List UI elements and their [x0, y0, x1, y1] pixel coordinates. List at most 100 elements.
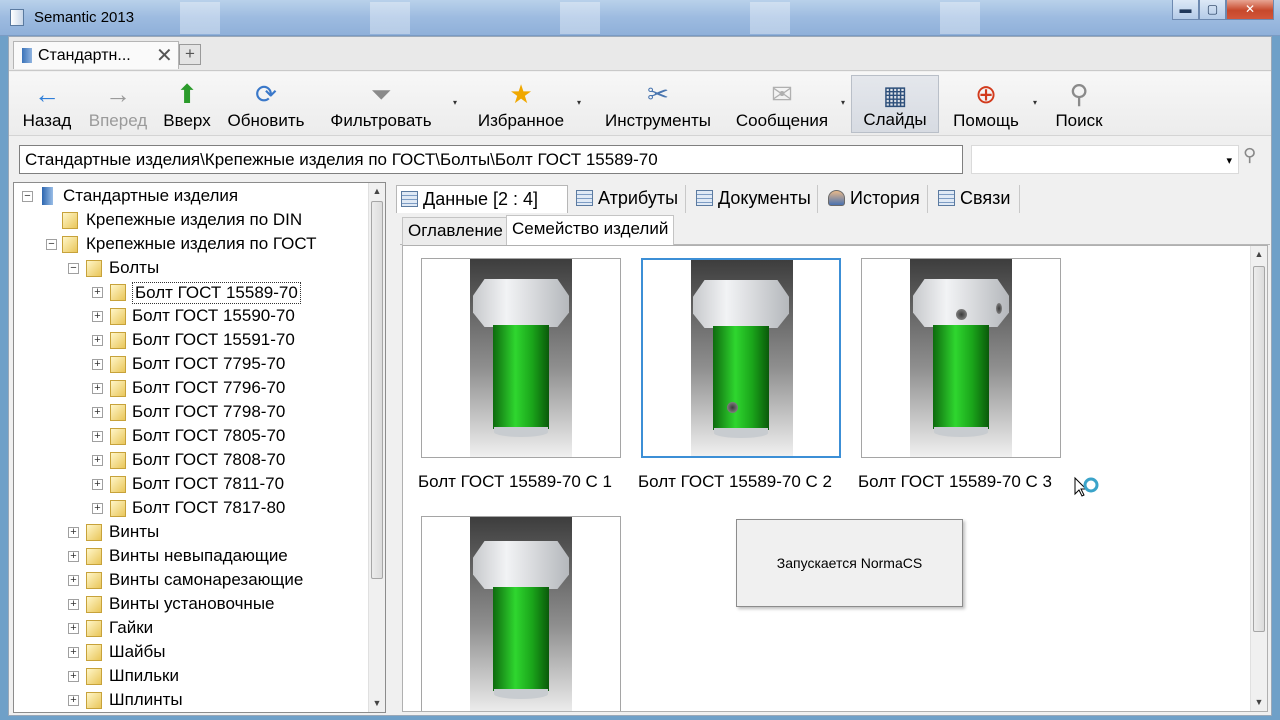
- status-popup: Запускается NormaCS: [736, 519, 963, 607]
- bolt-image: [693, 280, 789, 328]
- messages-dropdown-icon[interactable]: ▾: [841, 98, 845, 107]
- links-icon: [938, 190, 955, 206]
- product-caption: Болт ГОСТ 15589-70 С 3: [858, 472, 1052, 491]
- product-thumbnail[interactable]: [421, 258, 621, 458]
- app-icon: [10, 9, 24, 26]
- document-tab-label: Стандартн...: [38, 47, 131, 64]
- expand-icon[interactable]: +: [92, 335, 103, 346]
- expand-icon[interactable]: +: [68, 527, 79, 538]
- scroll-down-icon[interactable]: ▼: [369, 695, 385, 711]
- expand-icon[interactable]: +: [68, 599, 79, 610]
- expand-icon[interactable]: +: [68, 695, 79, 706]
- back-button[interactable]: ← Назад: [17, 75, 77, 133]
- expand-icon[interactable]: +: [92, 311, 103, 322]
- forward-button[interactable]: → Вперед: [85, 75, 151, 133]
- detail-tabs: Данные [2 : 4] Атрибуты Документы Истори…: [396, 185, 1270, 213]
- expand-icon[interactable]: +: [92, 479, 103, 490]
- tab-history[interactable]: История: [824, 185, 928, 213]
- folder-icon: [86, 596, 102, 613]
- content-scrollbar[interactable]: ▲ ▼: [1250, 246, 1267, 711]
- folder-icon: [62, 236, 78, 253]
- search-button[interactable]: ⚲ Поиск: [1049, 75, 1109, 133]
- maximize-button[interactable]: ▢: [1199, 0, 1226, 20]
- expand-icon[interactable]: +: [68, 575, 79, 586]
- table-icon: [576, 190, 593, 206]
- tab-attributes[interactable]: Атрибуты: [572, 185, 686, 213]
- busy-cursor-icon: [1074, 476, 1099, 497]
- help-dropdown-icon[interactable]: ▾: [1033, 98, 1037, 107]
- tab-data[interactable]: Данные [2 : 4]: [396, 185, 568, 213]
- scroll-down-icon[interactable]: ▼: [1251, 694, 1267, 710]
- product-caption: Болт ГОСТ 15589-70 С 2: [638, 472, 832, 491]
- scroll-up-icon[interactable]: ▲: [1251, 246, 1267, 262]
- expand-icon[interactable]: +: [68, 623, 79, 634]
- favorites-button[interactable]: ★ Избранное: [473, 75, 569, 133]
- expand-icon[interactable]: +: [92, 383, 103, 394]
- product-thumbnail-selected[interactable]: [641, 258, 841, 458]
- main-window: Стандартн... ✕ + ← Назад → Вперед ⬆ Ввер…: [8, 36, 1272, 716]
- help-button[interactable]: ⊕ Помощь: [949, 75, 1023, 133]
- product-thumbnail[interactable]: [861, 258, 1061, 458]
- tree-panel: − Стандартные изделия Крепежные изделия …: [13, 182, 386, 713]
- filter-button[interactable]: ⏷ Фильтровать: [325, 75, 437, 133]
- tab-product-family[interactable]: Семейство изделий: [506, 215, 675, 246]
- document-tab-strip: Стандартн... ✕ +: [9, 37, 1271, 71]
- product-thumbnail[interactable]: [421, 516, 621, 711]
- add-tab-button[interactable]: +: [179, 44, 201, 65]
- collapse-icon[interactable]: −: [68, 263, 79, 274]
- up-button[interactable]: ⬆ Вверх: [159, 75, 215, 133]
- search-combobox[interactable]: ▾: [971, 145, 1239, 174]
- scroll-thumb[interactable]: [371, 201, 383, 579]
- expand-icon[interactable]: +: [92, 359, 103, 370]
- tree-scrollbar[interactable]: ▲ ▼: [368, 183, 385, 712]
- chevron-down-icon[interactable]: ▾: [1226, 154, 1232, 167]
- messages-button[interactable]: ✉ Сообщения: [731, 75, 833, 133]
- tab-documents[interactable]: Документы: [692, 185, 818, 213]
- expand-icon[interactable]: +: [92, 407, 103, 418]
- slides-button[interactable]: ▦ Слайды: [851, 75, 939, 133]
- search-icon[interactable]: ⚲: [1243, 145, 1265, 171]
- book-icon: [42, 187, 53, 205]
- magnifier-icon: ⚲: [1069, 79, 1089, 109]
- expand-icon[interactable]: +: [68, 647, 79, 658]
- folder-icon: [110, 356, 126, 373]
- expand-icon[interactable]: +: [68, 671, 79, 682]
- scroll-thumb[interactable]: [1253, 266, 1265, 632]
- expand-icon[interactable]: +: [68, 551, 79, 562]
- folder-icon: [86, 524, 102, 541]
- path-field[interactable]: Стандартные изделия\Крепежные изделия по…: [19, 145, 963, 174]
- expand-icon[interactable]: +: [92, 455, 103, 466]
- folder-icon: [86, 260, 102, 277]
- collapse-icon[interactable]: −: [22, 191, 33, 202]
- close-tab-icon[interactable]: ✕: [156, 43, 173, 68]
- document-tab[interactable]: Стандартн... ✕: [13, 41, 179, 69]
- tools-icon: ✂: [647, 79, 669, 109]
- tools-button[interactable]: ✂ Инструменты: [601, 75, 715, 133]
- scroll-up-icon[interactable]: ▲: [369, 183, 385, 199]
- bolt-image: [473, 279, 569, 327]
- close-button[interactable]: ✕: [1226, 0, 1274, 20]
- folder-icon: [110, 404, 126, 421]
- folder-icon: [110, 380, 126, 397]
- folder-icon: [110, 476, 126, 493]
- folder-icon: [110, 500, 126, 517]
- person-icon: [828, 190, 845, 206]
- refresh-button[interactable]: ⟳ Обновить: [223, 75, 309, 133]
- folder-icon: [86, 644, 102, 661]
- expand-icon[interactable]: +: [92, 503, 103, 514]
- toolbar: ← Назад → Вперед ⬆ Вверх ⟳ Обновить ⏷ Фи…: [9, 72, 1271, 136]
- refresh-icon: ⟳: [255, 79, 277, 109]
- expand-icon[interactable]: +: [92, 287, 103, 298]
- collapse-icon[interactable]: −: [46, 239, 57, 250]
- favorites-dropdown-icon[interactable]: ▾: [577, 98, 581, 107]
- filter-dropdown-icon[interactable]: ▾: [453, 98, 457, 107]
- tab-links[interactable]: Связи: [934, 185, 1020, 213]
- expand-icon[interactable]: +: [92, 431, 103, 442]
- minimize-button[interactable]: ▬: [1172, 0, 1199, 20]
- book-icon: [22, 48, 32, 63]
- tab-contents[interactable]: Оглавление: [402, 217, 509, 245]
- slides-icon: ▦: [882, 80, 908, 110]
- folder-icon: [86, 692, 102, 709]
- folder-icon: [86, 572, 102, 589]
- folder-icon: [86, 548, 102, 565]
